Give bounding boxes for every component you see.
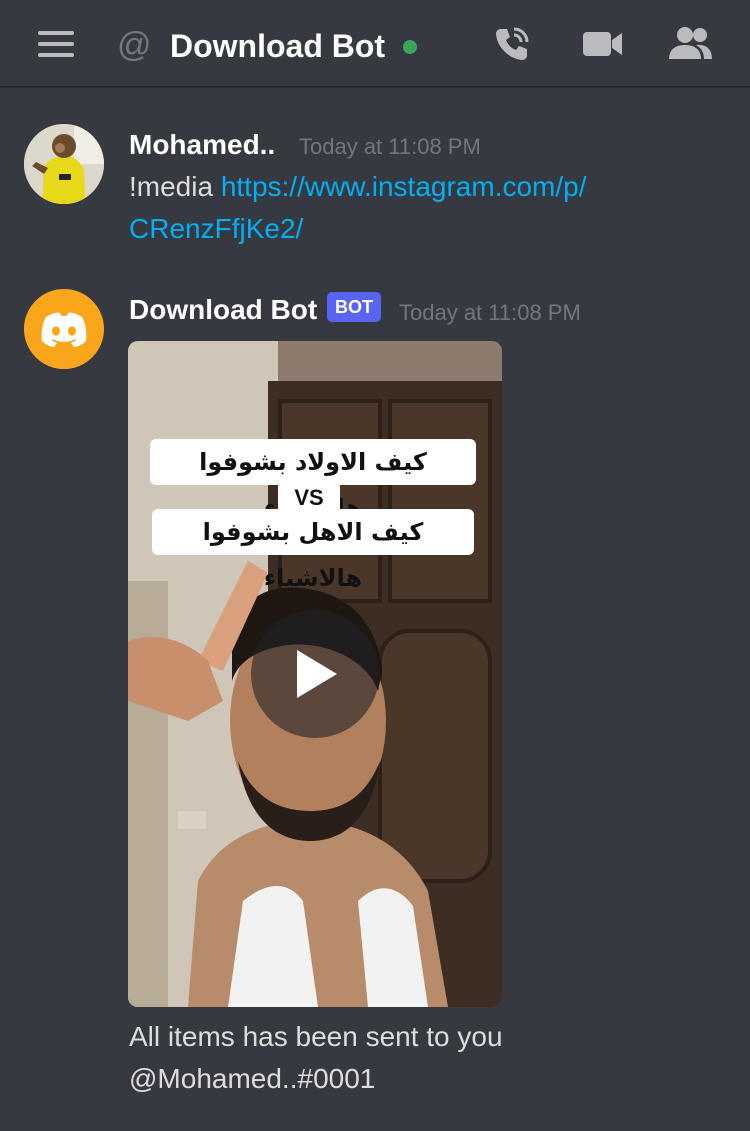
video-camera-icon[interactable] <box>582 28 624 65</box>
members-icon[interactable] <box>666 26 714 67</box>
message-content: All items has been sent to you @Mohamed.… <box>129 1016 729 1100</box>
channel-header: @ Download Bot <box>0 0 750 88</box>
menu-icon[interactable] <box>38 31 74 59</box>
instagram-link-continued[interactable]: CRenzFfjKe2/ <box>129 213 303 244</box>
caption-line-1: كيف الاولاد بشوفوا هالاشياء <box>150 439 476 522</box>
play-button[interactable] <box>251 610 379 738</box>
message-timestamp: Today at 11:08 PM <box>299 134 481 159</box>
bot-avatar[interactable] <box>24 289 104 369</box>
command-text: !media <box>129 171 214 202</box>
bot-badge: BOT <box>327 292 381 322</box>
bot-reply-mention[interactable]: @Mohamed..#0001 <box>129 1063 375 1094</box>
instagram-link[interactable]: https://www.instagram.com/p/ <box>221 171 587 202</box>
message-author[interactable]: Mohamed.. <box>129 128 275 162</box>
phone-call-icon[interactable] <box>492 24 532 69</box>
channel-title: Download Bot <box>170 28 386 64</box>
at-icon: @ <box>117 26 152 64</box>
play-icon <box>297 650 337 698</box>
message-author[interactable]: Download Bot <box>129 293 317 327</box>
message-timestamp: Today at 11:08 PM <box>399 300 581 325</box>
caption-line-2: كيف الاهل بشوفوا هالاشياء <box>152 509 474 592</box>
bot-reply-line-1: All items has been sent to you <box>129 1021 503 1052</box>
user-avatar[interactable] <box>24 124 104 204</box>
online-status-dot <box>403 40 417 54</box>
message-content: !media https://www.instagram.com/p/ CRen… <box>129 166 729 250</box>
